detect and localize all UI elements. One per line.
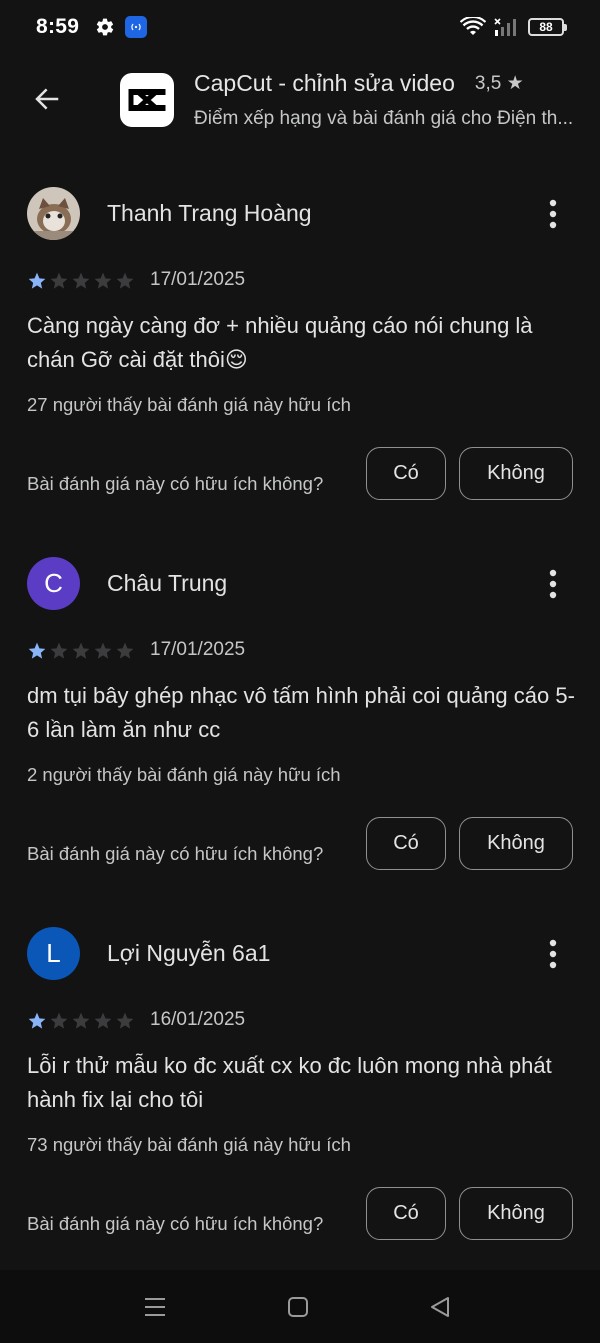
- more-vert-icon: [549, 569, 557, 599]
- star-empty-icon: [50, 272, 68, 289]
- battery-level: 88: [539, 20, 553, 34]
- review-card: Thanh Trang Hoàng 17/01/2025 Càng ngày c…: [0, 187, 600, 557]
- star-rating: [27, 641, 135, 661]
- app-header: CapCut - chỉnh sửa video 3,5 ★ Điểm xếp …: [0, 60, 600, 140]
- star-filled-icon: [28, 1012, 46, 1029]
- more-options-button[interactable]: [533, 561, 573, 607]
- more-vert-icon: [549, 939, 557, 969]
- helpful-question: Bài đánh giá này có hữu ích không?: [27, 1213, 324, 1234]
- hotspot-icon: [125, 16, 148, 38]
- star-filled-icon: [28, 642, 46, 659]
- review-date: 17/01/2025: [150, 639, 246, 660]
- app-rating: 3,5 ★: [475, 72, 524, 95]
- page-subtitle: Điểm xếp hạng và bài đánh giá cho Điện t…: [194, 108, 574, 129]
- reviewer-name: Lợi Nguyễn 6a1: [107, 940, 271, 966]
- review-card: L Lợi Nguyễn 6a1 16/01/2025 Lỗi r thử mẫ…: [0, 927, 600, 1297]
- more-options-button[interactable]: [533, 931, 573, 977]
- star-empty-icon: [72, 642, 90, 659]
- rating-star-icon: ★: [506, 73, 524, 94]
- helpful-question: Bài đánh giá này có hữu ích không?: [27, 843, 324, 864]
- reviewer-name: Châu Trung: [107, 570, 228, 596]
- arrow-left-icon: [35, 88, 59, 110]
- more-options-button[interactable]: [533, 191, 573, 237]
- star-rating: [27, 1011, 135, 1031]
- review-date: 17/01/2025: [150, 269, 246, 290]
- star-empty-icon: [116, 272, 134, 289]
- star-empty-icon: [50, 1012, 68, 1029]
- review-text: Càng ngày càng đơ + nhiều quảng cáo nói …: [27, 313, 533, 372]
- avatar[interactable]: L: [27, 927, 80, 980]
- avatar-photo-icon: [27, 187, 80, 240]
- star-empty-icon: [72, 272, 90, 289]
- helpful-question: Bài đánh giá này có hữu ích không?: [27, 473, 324, 494]
- avatar-letter: C: [44, 568, 63, 598]
- review-card: C Châu Trung 17/01/2025 dm tụi bây ghép …: [0, 557, 600, 927]
- more-vert-icon: [549, 199, 557, 229]
- avatar-letter: L: [46, 938, 61, 968]
- helpful-yes-button[interactable]: Có: [366, 447, 446, 500]
- signal-icon: [494, 18, 516, 36]
- helpful-count: 2 người thấy bài đánh giá này hữu ích: [27, 764, 341, 785]
- menu-icon[interactable]: [140, 1292, 170, 1322]
- star-empty-icon: [94, 272, 112, 289]
- helpful-no-button[interactable]: Không: [459, 1187, 573, 1240]
- status-time: 8:59: [36, 15, 80, 38]
- wifi-icon: [460, 17, 486, 35]
- star-empty-icon: [94, 1012, 112, 1029]
- helpful-count: 73 người thấy bài đánh giá này hữu ích: [27, 1134, 351, 1155]
- helpful-no-button[interactable]: Không: [459, 817, 573, 870]
- system-nav-bar: [0, 1270, 600, 1343]
- star-empty-icon: [72, 1012, 90, 1029]
- star-rating: [27, 271, 135, 291]
- home-icon[interactable]: [283, 1292, 313, 1322]
- star-empty-icon: [50, 642, 68, 659]
- settings-gear-icon: [97, 18, 114, 36]
- app-title-row: CapCut - chỉnh sửa video 3,5 ★: [194, 70, 594, 97]
- battery-icon: 88: [528, 18, 567, 36]
- app-name: CapCut - chỉnh sửa video: [194, 70, 455, 96]
- star-empty-icon: [116, 642, 134, 659]
- helpful-no-button[interactable]: Không: [459, 447, 573, 500]
- reviewer-name: Thanh Trang Hoàng: [107, 200, 312, 226]
- app-rating-value: 3,5: [474, 73, 502, 94]
- avatar[interactable]: C: [27, 557, 80, 610]
- review-text: Lỗi r thử mẫu ko đc xuất cx ko đc luôn m…: [27, 1053, 552, 1112]
- helpful-yes-button[interactable]: Có: [366, 1187, 446, 1240]
- helpful-yes-button[interactable]: Có: [366, 817, 446, 870]
- avatar[interactable]: [27, 187, 80, 240]
- back-button[interactable]: [22, 74, 72, 124]
- review-date: 16/01/2025: [150, 1009, 246, 1030]
- star-filled-icon: [28, 272, 46, 289]
- status-indicators: 88: [460, 17, 567, 37]
- review-text: dm tụi bây ghép nhạc vô tấm hình phải co…: [27, 683, 575, 742]
- helpful-count: 27 người thấy bài đánh giá này hữu ích: [27, 394, 351, 415]
- back-triangle-icon[interactable]: [425, 1292, 455, 1322]
- star-empty-icon: [116, 1012, 134, 1029]
- star-empty-icon: [94, 642, 112, 659]
- capcut-app-icon: [120, 73, 174, 127]
- status-bar: 8:59 88: [0, 0, 600, 54]
